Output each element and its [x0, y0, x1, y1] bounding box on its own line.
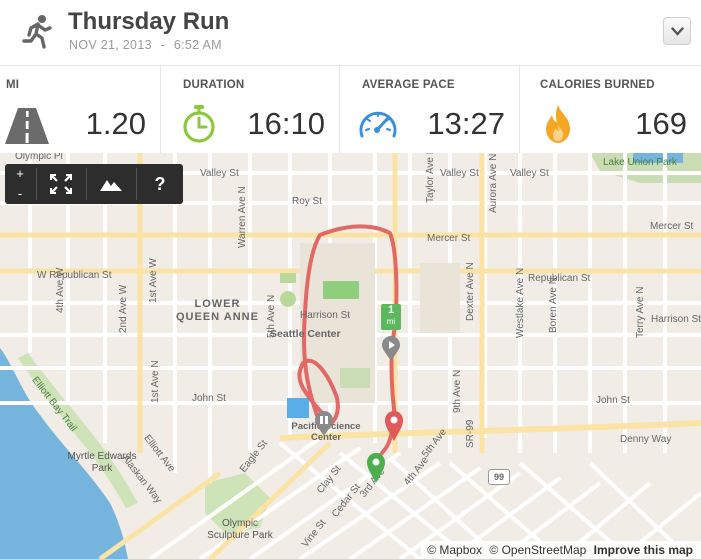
help-button[interactable]: ? — [137, 164, 183, 204]
stat-label: MI — [6, 79, 20, 91]
flame-icon — [546, 105, 570, 143]
street-label: 2nd Ave W — [118, 284, 129, 333]
stat-value: 13:27 — [427, 106, 505, 141]
stat-calories: CALORIES BURNED 169 — [534, 66, 701, 154]
stat-label: AVERAGE PACE — [362, 79, 455, 91]
street-label: 1st Ave N — [150, 360, 161, 403]
street-label: SR-99 — [465, 419, 476, 448]
stat-label: CALORIES BURNED — [540, 79, 655, 91]
highway-number: 99 — [493, 472, 504, 482]
activity-title: Thursday Run — [68, 8, 230, 35]
district-label: LOWER QUEEN ANNE — [176, 298, 259, 324]
seattle-center-label: Seattle Center — [270, 328, 341, 340]
stats-bar: MI 1.20 DURATION 16:10 AVERAGE PACE 13:2… — [0, 65, 701, 155]
runner-icon — [22, 15, 52, 49]
street-label: Olympic Pl — [15, 153, 63, 162]
park-label: Lake Union Park — [603, 157, 677, 168]
fullscreen-icon — [49, 173, 73, 195]
activity-header: Thursday Run NOV 21, 2013 - 6:52 AM — [0, 0, 701, 64]
stat-value: 1.20 — [85, 106, 146, 141]
speedometer-icon — [359, 111, 397, 138]
highway-shield: 99 — [488, 469, 510, 485]
street-label: Westlake Ave N — [515, 267, 526, 338]
zoom-in-button[interactable]: + — [5, 164, 35, 184]
mile-marker-unit: mi — [386, 317, 396, 326]
street-label: Dexter Ave N — [465, 262, 476, 321]
pause-marker-icon[interactable] — [314, 411, 334, 437]
street-label: 9th Ave N — [452, 369, 463, 413]
park-label: Olympic Sculpture Park — [200, 518, 280, 542]
options-dropdown-button[interactable] — [663, 17, 691, 45]
start-pin-icon[interactable] — [366, 452, 386, 484]
stat-average-pace: AVERAGE PACE 13:27 — [354, 66, 520, 154]
street-label: 4th Ave W — [55, 267, 66, 313]
street-label: Boren Ave N — [548, 277, 559, 333]
stat-value: 169 — [635, 106, 687, 141]
stat-value: 16:10 — [247, 106, 325, 141]
mapbox-link[interactable]: © Mapbox — [427, 543, 482, 557]
activity-datetime: NOV 21, 2013 - 6:52 AM — [69, 38, 222, 52]
terrain-button[interactable] — [87, 164, 135, 204]
map-toolbar: + - ? — [5, 164, 183, 204]
end-pin-icon[interactable] — [384, 410, 404, 442]
district-label-line: QUEEN ANNE — [176, 311, 259, 323]
improve-map-link[interactable]: Improve this map — [594, 543, 693, 557]
street-label: 1st Ave W — [148, 258, 159, 303]
street-label: Harrison St — [651, 314, 701, 325]
street-label: John St — [192, 393, 226, 404]
map-attribution: © Mapbox © OpenStreetMap Improve this ma… — [421, 541, 701, 559]
stat-duration: DURATION 16:10 — [175, 66, 340, 154]
stopwatch-icon — [183, 105, 215, 143]
street-label: Denny Way — [620, 434, 672, 445]
mile-marker-number: 1 — [387, 304, 395, 316]
street-label: Aurora Ave N — [488, 153, 499, 213]
street-label: Mercer St — [650, 221, 694, 232]
street-label: Terry Ave N — [635, 286, 646, 339]
street-label: Roy St — [292, 196, 323, 207]
stat-distance: MI 1.20 — [0, 66, 161, 154]
street-label: Valley St — [440, 168, 479, 179]
road-icon — [5, 108, 49, 144]
mountain-icon — [100, 180, 122, 191]
street-label: John St — [596, 395, 630, 406]
zoom-out-button[interactable]: - — [5, 184, 35, 204]
activity-time: 6:52 AM — [173, 38, 222, 52]
street-label: Warren Ave N — [237, 186, 248, 248]
street-label: Harrison St — [300, 310, 351, 321]
street-label: W Republican St — [37, 270, 112, 281]
osm-link[interactable]: © OpenStreetMap — [489, 543, 586, 557]
route-map[interactable]: Olympic Pl Valley St Valley St Valley St… — [0, 153, 701, 559]
street-label: Valley St — [200, 168, 239, 179]
street-label: Mercer St — [427, 233, 471, 244]
direction-marker-icon[interactable] — [381, 336, 401, 362]
fullscreen-button[interactable] — [37, 164, 85, 204]
street-label: Republican St — [528, 273, 591, 284]
chevron-down-icon — [671, 27, 684, 36]
district-label-line: LOWER — [194, 298, 241, 310]
mile-marker[interactable]: 1 mi — [381, 304, 401, 330]
activity-date: NOV 21, 2013 — [69, 38, 152, 52]
park-label-text: Olympic Sculpture Park — [207, 518, 273, 541]
stat-label: DURATION — [183, 79, 245, 91]
datetime-separator: - — [160, 38, 166, 52]
street-label: Taylor Ave N — [425, 153, 436, 203]
street-label: Valley St — [510, 168, 549, 179]
